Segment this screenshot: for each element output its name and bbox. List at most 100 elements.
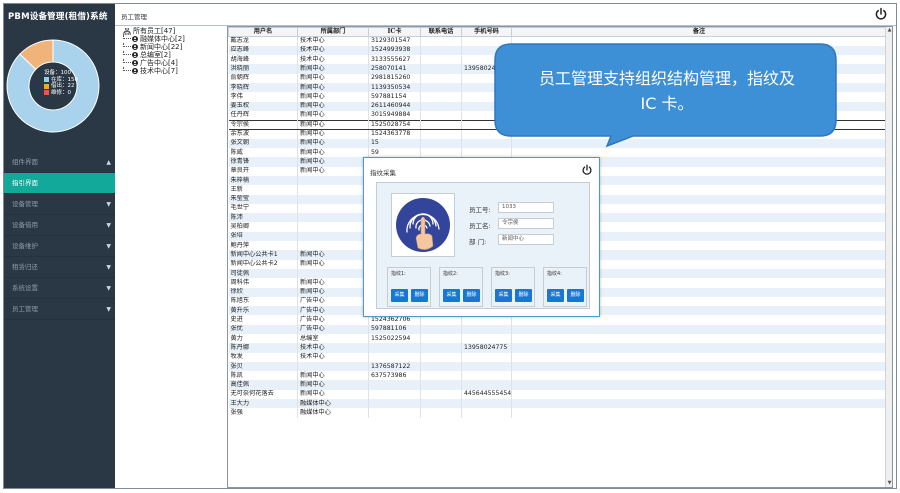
table-cell [511,380,887,390]
table-row[interactable]: 张强 融媒体中心 [228,408,887,418]
collect-button[interactable]: 采集 [391,289,408,302]
table-cell [511,399,887,409]
table-cell: 司徒佩 [228,268,298,279]
tree-node[interactable]: 新闻中心[22] [115,43,221,51]
scroll-up-arrow-icon[interactable]: ▲ [886,27,892,34]
delete-button[interactable]: 删除 [567,289,584,302]
collect-button[interactable]: 采集 [443,289,460,302]
table-cell: 3015949884 [368,110,421,121]
table-cell: 陈沛 [228,213,298,223]
collect-button[interactable]: 采集 [495,289,512,302]
table-cell: 张文朝 [228,138,298,149]
scroll-down-arrow-icon[interactable]: ▼ [886,480,892,487]
delete-button[interactable]: 删除 [463,289,480,302]
table-cell: 王大力 [228,399,298,409]
table-scrollbar[interactable]: ▲ ▼ [885,27,892,487]
fingerprint-slot-1: 指纹1: 采集 删除 [387,267,431,307]
table-cell [297,175,369,186]
sidebar-item[interactable]: 租赁归还 ▼ [4,257,115,278]
dialog-power-icon[interactable] [581,164,593,176]
person-icon [132,60,138,66]
table-cell [420,110,462,121]
sidebar-item[interactable]: 设备借用 ▼ [4,215,115,236]
sidebar-item[interactable]: 员工管理 ▼ [4,299,115,320]
table-cell: 高佳佩 [228,380,298,390]
table-cell [511,408,887,418]
table-cell [368,389,421,400]
tree-node[interactable]: 技术中心[7] [115,67,221,75]
table-cell [511,389,887,400]
table-row[interactable]: 陈威 新闻中心 59 [228,148,887,158]
sidebar-item[interactable]: 指引界面 [4,173,115,194]
tree-node[interactable]: 融媒体中心[2] [115,35,221,43]
table-cell [420,399,462,409]
column-header[interactable]: 手机号码 [461,27,512,37]
sidebar-item[interactable]: 设备管理 ▼ [4,194,115,215]
table-cell [420,119,462,130]
legend-swatch [44,90,49,96]
table-row[interactable]: 无可奈何花落去 新闻中心 445644555454 [228,389,887,400]
tree-connector [123,67,131,71]
table-cell: 新闻中心 [297,92,369,102]
table-cell: 技术中心 [297,343,369,353]
employee-id-field[interactable]: 1033 [498,202,554,213]
table-cell [297,222,369,232]
collect-button[interactable]: 采集 [547,289,564,302]
table-cell: 新闻中心 [297,110,369,121]
delete-button[interactable]: 删除 [411,289,428,302]
column-header[interactable]: 备注 [511,27,887,37]
app-window: PBM设备管理(租借)系统 设备：100 在库：150 借出：22 维修：0 组… [3,3,897,489]
table-cell: 胡海峰 [228,55,298,65]
fingerprint-slot-4: 指纹4: 采集 删除 [543,267,587,307]
chevron-down-icon: ▼ [106,201,111,208]
column-header[interactable]: 所属部门 [297,27,369,37]
employee-name-label: 员工名: [469,222,491,230]
table-row[interactable]: 王大力 融媒体中心 [228,399,887,409]
table-cell: 技术中心 [297,45,369,56]
table-cell: 637573986 [368,371,421,381]
column-header[interactable]: IC卡 [368,27,421,37]
sidebar-item-label: 组件界面 [12,158,38,166]
tree-connector [123,43,131,47]
column-header[interactable]: 联系电话 [420,27,462,37]
table-row[interactable]: 陈凯 新闻中心 637573986 [228,371,887,381]
callout-text: 员工管理支持组织结构管理，指纹及 IC 卡。 [507,66,827,116]
table-row[interactable]: 陈丹娜 技术中心 13958024775 [228,343,887,353]
table-cell [420,36,462,46]
table-cell: 任丹辉 [228,110,298,121]
page-title: 员工管理 [121,13,147,21]
delete-button[interactable]: 删除 [515,289,532,302]
table-row[interactable]: 牧发 技术中心 [228,352,887,362]
power-icon[interactable] [874,7,888,21]
sidebar-item[interactable]: 组件界面 ▲ [4,152,115,173]
table-cell: 新闻中心 [297,64,369,74]
department-label: 部 门: [469,238,487,246]
employee-name-field[interactable]: 令宗侯 [498,218,554,229]
table-row[interactable]: 高佳佩 新闻中心 [228,380,887,390]
table-cell [420,82,462,93]
table-cell: 新闻中心 [297,73,369,83]
table-row[interactable]: 黄力 总编室 1525022594 [228,334,887,344]
sidebar-item-label: 设备借用 [12,221,38,229]
tree-node-label: 融媒体中心[2] [140,35,185,43]
chevron-up-icon: ▲ [106,159,111,166]
table-cell: 2981815260 [368,73,421,83]
person-icon [132,36,138,42]
tree-node[interactable]: 总编室[2] [115,51,221,59]
tree-root-label: 所有员工[47] [133,27,176,35]
table-cell: 新闻中心 [297,250,369,260]
table-row[interactable]: 张优 广告中心 597881106 [228,324,887,334]
department-field[interactable]: 新闻中心 [498,234,554,245]
table-cell [368,352,421,362]
sidebar-item[interactable]: 系统设置 ▼ [4,278,115,299]
tree-root[interactable]: 所有员工[47] [115,27,221,35]
sidebar-item-label: 设备管理 [12,200,38,208]
dialog-content: 员工号: 1033 员工名: 令宗侯 部 门: 新闻中心 指纹1: 采集 删除 … [376,182,590,309]
table-cell [297,268,369,279]
tree-node[interactable]: 广告中心[4] [115,59,221,67]
sidebar-item[interactable]: 设备维护 ▼ [4,236,115,257]
table-cell: 1524993938 [368,45,421,56]
tree-node-label: 新闻中心[22] [140,43,183,51]
table-row[interactable]: 张贝 1376587122 [228,361,887,372]
column-header[interactable]: 用户名 [228,27,298,37]
